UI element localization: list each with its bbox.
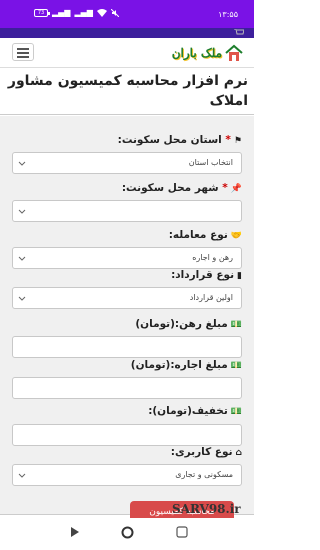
wifi-icon [96,9,107,17]
clock: ۱۳:۵۵ [218,10,238,19]
hamburger-icon[interactable] [12,43,34,61]
chevron-down-icon [18,161,26,166]
money-icon: 💵 [230,407,242,417]
flag-icon: ⚑ [233,136,242,146]
contract-type-select[interactable]: اولین قرارداد [12,287,242,309]
page-title: نرم افزار محاسبه کمیسیون مشاور املاک [7,73,248,109]
money-icon: 💵 [230,361,242,371]
city-label: 📌* شهر محل سکونت: [121,182,242,194]
site-logo[interactable]: ملک باران [164,40,244,66]
transaction-type-select[interactable]: رهن و اجاره [12,247,242,269]
province-label: ⚑* استان محل سکونت: [117,134,242,146]
recents-icon[interactable] [176,526,188,538]
status-icons: 73 ▂▄▆ ▂▄▆ [34,9,119,17]
chevron-down-icon [18,256,26,261]
divider [0,114,254,115]
commission-form: ⚑* استان محل سکونت: انتخاب استان 📌* شهر … [0,116,254,515]
money-icon: 💵 [230,320,242,330]
chevron-down-icon [18,473,26,478]
back-icon[interactable] [70,526,80,538]
battery-icon: 73 [34,9,50,17]
deposit-input[interactable] [12,336,242,358]
signal-icon: ▂▄▆ [74,8,93,17]
chevron-down-icon [18,296,26,301]
status-bar: 73 ▂▄▆ ▂▄▆ ۱۳:۵۵ [0,0,254,28]
usage-type-select[interactable]: مسکونی و تجاری [12,464,242,486]
mute-icon [110,9,119,17]
discount-input[interactable] [12,424,242,446]
province-select[interactable]: انتخاب استان [12,152,242,174]
rent-input[interactable] [12,377,242,399]
house-logo-icon [225,44,243,61]
document-icon: ▮ [237,271,242,281]
app-top-strip [0,28,254,38]
transaction-type-label: 🤝نوع معامله: [168,229,242,241]
page-title-area: نرم افزار محاسبه کمیسیون مشاور املاک [0,71,254,115]
watermark: SARV98.ir [172,502,241,516]
logo-text: ملک باران [171,46,222,60]
home-circle-icon[interactable] [121,526,134,539]
chevron-down-icon [18,209,26,214]
cart-icon [234,29,244,35]
handshake-icon: 🤝 [230,231,242,241]
system-nav-bar [0,518,254,550]
usage-type-label: ⌂نوع کاربری: [170,446,242,458]
home-icon: ⌂ [235,448,242,458]
contract-type-label: ▮نوع قرارداد: [171,269,242,281]
site-navbar: ملک باران [0,38,254,68]
rent-label: 💵مبلغ اجاره:(تومان) [130,359,242,371]
discount-label: 💵تخفیف(تومان): [148,405,242,417]
pin-icon: 📌 [230,184,242,194]
deposit-label: 💵مبلغ رهن:(تومان) [135,318,242,330]
city-select[interactable] [12,200,242,222]
signal-icon: ▂▄▆ [52,8,71,17]
